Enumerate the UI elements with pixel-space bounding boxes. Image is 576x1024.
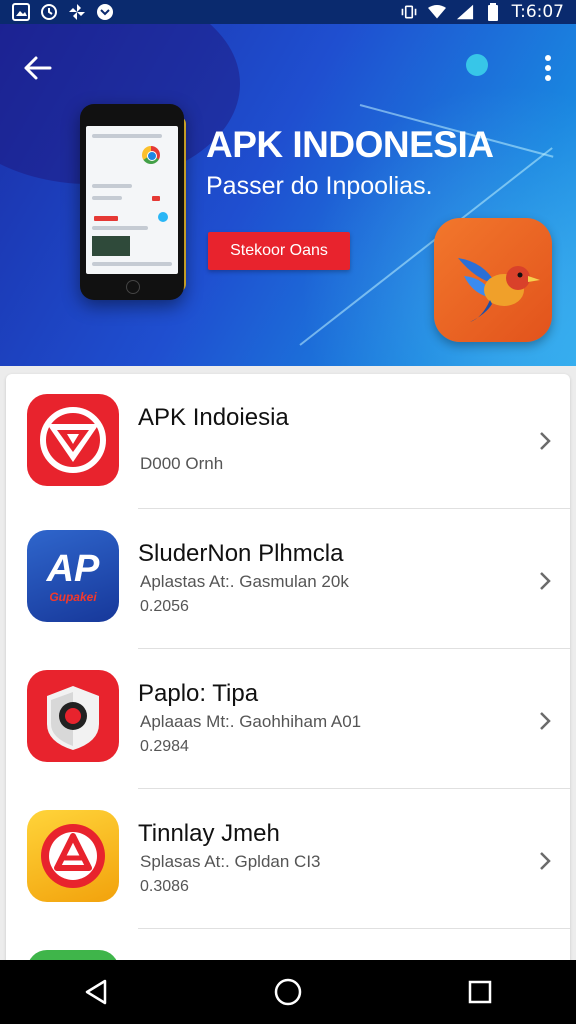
pinwheel-icon	[68, 3, 86, 21]
divider	[138, 648, 570, 649]
chevron-right-icon	[540, 432, 551, 450]
chevron-right-icon	[540, 852, 551, 870]
banner-subtitle: Passer do Inpoolias.	[206, 172, 433, 200]
app-list: APK Indoiesia D000 Ornh AP Gupakei Slude…	[6, 374, 570, 974]
phone-screen	[86, 126, 178, 274]
banner-title: APK INDONESIA	[206, 124, 494, 165]
app-subtitle: D000 Ornh	[140, 454, 224, 473]
app-meta: 0.2056	[140, 598, 189, 615]
banner-dot	[466, 54, 488, 76]
divider	[138, 508, 570, 509]
bird-icon	[458, 258, 540, 322]
browser-icon	[142, 146, 160, 164]
app-subtitle: Aplastas At:. Gasmulan 20k	[140, 572, 349, 591]
back-triangle-icon	[85, 979, 107, 1005]
camera-shield-icon	[27, 670, 119, 762]
arrow-left-icon	[24, 56, 52, 80]
more-options-button[interactable]	[538, 52, 558, 84]
app-subtitle: Splasas At:. Gpldan CI3	[140, 852, 321, 871]
divider	[138, 928, 570, 929]
nav-back-button[interactable]	[76, 972, 116, 1012]
nav-recents-button[interactable]	[460, 972, 500, 1012]
ap-logo-icon: AP Gupakei	[27, 530, 119, 622]
ap-logo-text: AP	[46, 548, 100, 590]
list-item[interactable]: Tinnlay Jmeh Splasas At:. Gpldan CI3 0.3…	[6, 790, 570, 930]
recents-square-icon	[468, 980, 492, 1004]
status-time: T:6:07	[511, 2, 564, 22]
status-left-icons	[12, 3, 114, 21]
vibrate-icon	[400, 3, 418, 21]
nav-home-button[interactable]	[268, 972, 308, 1012]
app-name: APK Indoiesia	[138, 404, 289, 431]
home-circle-icon	[274, 978, 302, 1006]
red-shield-icon	[27, 394, 119, 486]
battery-icon	[484, 3, 502, 21]
wifi-icon	[427, 3, 446, 21]
app-meta: 0.2984	[140, 738, 189, 755]
system-nav-bar	[0, 960, 576, 1024]
app-subtitle: Aplaaas Mt:. Gaohhiham A01	[140, 712, 362, 731]
app-name: SluderNon Plhmcla	[138, 540, 344, 567]
list-item[interactable]: AP Gupakei SluderNon Plhmcla Aplastas At…	[6, 510, 570, 650]
app-name: Paplo: Tipa	[138, 680, 259, 707]
chevron-right-icon	[540, 572, 551, 590]
image-icon	[12, 3, 30, 21]
phone-mockup	[80, 104, 184, 300]
more-vert-icon	[545, 55, 551, 81]
chevron-right-icon	[540, 712, 551, 730]
app-name: Tinnlay Jmeh	[138, 820, 280, 847]
ap-logo-subtext: Gupakei	[49, 590, 97, 604]
list-item[interactable]: Paplo: Tipa Aplaaas Mt:. Gaohhiham A01 0…	[6, 650, 570, 790]
status-bar: T:6:07	[0, 0, 576, 24]
divider	[138, 788, 570, 789]
back-button[interactable]	[20, 50, 56, 86]
list-item[interactable]: APK Indoiesia D000 Ornh	[6, 374, 570, 514]
banner-cta-button[interactable]: Stekoor Oans	[208, 232, 350, 270]
sync-icon	[40, 3, 58, 21]
status-right-icons: T:6:07	[400, 2, 564, 22]
chevron-circle-icon	[96, 3, 114, 21]
signal-icon	[456, 3, 474, 21]
promo-banner[interactable]: APK INDONESIA Passer do Inpoolias. Steko…	[0, 24, 576, 366]
bird-app-icon[interactable]	[434, 218, 552, 342]
app-meta: 0.3086	[140, 878, 189, 895]
triangle-a-icon	[27, 810, 119, 902]
